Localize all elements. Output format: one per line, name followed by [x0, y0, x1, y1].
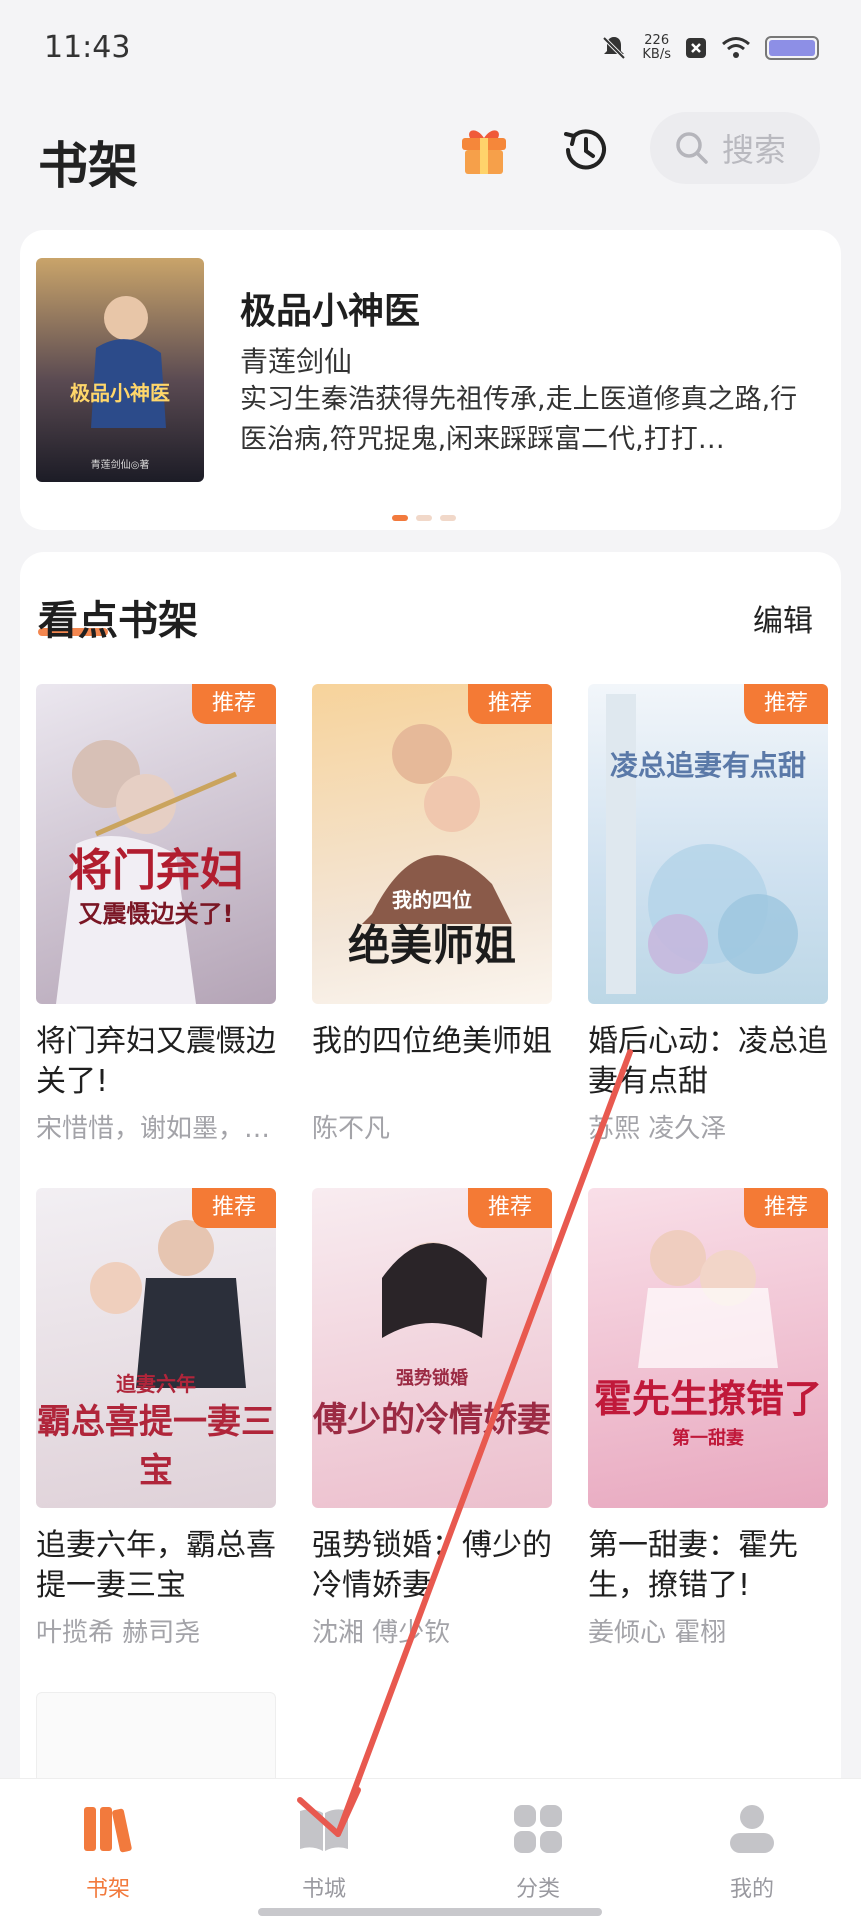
recommend-tag: 推荐 [191, 1188, 276, 1228]
book-cover-subtitle: 又震慑边关了! [78, 900, 234, 928]
header: 书架 搜索 [0, 100, 861, 220]
book-author: 宋惜惜，谢如墨，… [36, 1114, 271, 1144]
carousel-dot [392, 515, 408, 521]
book-author: 沈湘 傅少钦 [312, 1618, 451, 1648]
history-icon[interactable] [560, 124, 612, 176]
status-time: 11:43 [44, 30, 131, 65]
tab-label: 书城 [301, 1877, 346, 1902]
featured-cover-author: 青莲剑仙◎著 [91, 458, 150, 471]
featured-book-cover[interactable]: 极品小神医 青莲剑仙◎著 [36, 258, 204, 482]
home-indicator[interactable] [258, 1908, 602, 1916]
book-item[interactable]: 将门弃妇 又震慑边关了! 推荐 将门弃妇又震慑边关了! 宋惜惜，谢如墨，… [36, 684, 276, 1145]
book-item[interactable]: 追妻六年 霸总喜提一妻三宝 推荐 追妻六年，霸总喜提一妻三宝 叶揽希 赫司尧 [36, 1188, 276, 1649]
recommend-tag: 推荐 [467, 1188, 552, 1228]
notification-x-icon [686, 38, 706, 58]
book-cover[interactable]: 追妻六年 霸总喜提一妻三宝 推荐 [36, 1188, 276, 1508]
search-input[interactable]: 搜索 [650, 112, 820, 184]
book-author: 叶揽希 赫司尧 [36, 1618, 201, 1648]
carousel-dot [416, 515, 432, 521]
book-cover[interactable]: 我的四位 绝美师姐 推荐 [312, 684, 552, 1004]
book-cover-title: 将门弃妇 [68, 845, 244, 896]
book-cover[interactable]: 凌总追妻有点甜 推荐 [588, 684, 828, 1004]
book-author: 苏熙 凌久泽 [588, 1114, 727, 1144]
tab-label: 分类 [515, 1877, 560, 1902]
book-author: 姜倾心 霍栩 [588, 1618, 727, 1648]
book-title[interactable]: 将门弃妇又震慑边关了! [36, 1022, 276, 1102]
carousel-dot [440, 515, 456, 521]
book-item[interactable]: 我的四位 绝美师姐 推荐 我的四位绝美师姐 陈不凡 [312, 684, 552, 1145]
battery-icon [765, 36, 819, 60]
edit-button[interactable]: 编辑 [753, 596, 813, 640]
book-cover-title: 霸总喜提一妻三宝 [37, 1402, 275, 1491]
book-author: 陈不凡 [312, 1114, 391, 1144]
featured-book-author: 青莲剑仙 [240, 345, 353, 378]
book-cover-title: 傅少的冷情娇妻 [313, 1400, 551, 1440]
mute-icon [602, 36, 626, 60]
book-cover-title: 凌总追妻有点甜 [609, 749, 806, 782]
bookshelf-section: 看点书架 编辑 将门弃妇 又震慑边关了! 推荐 将门弃妇又震慑边关了! 宋惜惜，… [20, 552, 841, 1920]
net-speed: 226 KB/s [642, 33, 671, 62]
recommend-tag: 推荐 [467, 684, 552, 724]
book-title[interactable]: 追妻六年，霸总喜提一妻三宝 [36, 1526, 276, 1606]
book-cover[interactable]: 强势锁婚 傅少的冷情娇妻 推荐 [312, 1188, 552, 1508]
featured-book-description: 实习生秦浩获得先祖传承,走上医道修真之路,行医治病,符咒捉鬼,闲来踩踩富二代,打… [240, 384, 798, 455]
gift-icon[interactable] [456, 122, 512, 178]
featured-cover-art: 极品小神医 青莲剑仙◎著 [36, 258, 204, 482]
tab-category[interactable]: 分类 [478, 1801, 598, 1903]
tab-profile[interactable]: 我的 [692, 1801, 812, 1903]
book-cover-subtitle: 追妻六年 [116, 1372, 196, 1396]
featured-cover-title-small: 极品小神医 [70, 381, 170, 405]
carousel-indicator [392, 515, 456, 521]
book-cover-subtitle: 第一甜妻 [672, 1428, 744, 1449]
book-icon [300, 1809, 348, 1851]
book-item[interactable]: 强势锁婚 傅少的冷情娇妻 推荐 强势锁婚：傅少的冷情娇妻 沈湘 傅少钦 [312, 1188, 552, 1649]
book-title[interactable]: 强势锁婚：傅少的冷情娇妻 [312, 1526, 552, 1606]
tab-bookstore[interactable]: 书城 [264, 1801, 384, 1903]
book-cover[interactable]: 将门弃妇 又震慑边关了! 推荐 [36, 684, 276, 1004]
book-cover-subtitle: 我的四位 [392, 888, 472, 912]
recommend-tag: 推荐 [743, 684, 828, 724]
book-cover[interactable]: 霍先生撩错了 第一甜妻 推荐 [588, 1188, 828, 1508]
book-cover-title: 绝美师姐 [347, 921, 516, 970]
tab-label: 书架 [85, 1877, 130, 1902]
category-grid-icon [514, 1805, 562, 1853]
featured-book-title[interactable]: 极品小神医 [240, 282, 420, 334]
page-title: 书架 [38, 137, 138, 195]
search-placeholder: 搜索 [722, 131, 787, 169]
book-cover-subtitle: 强势锁婚 [396, 1368, 468, 1389]
book-item[interactable]: 凌总追妻有点甜 推荐 婚后心动：凌总追妻有点甜 苏熙 凌久泽 [588, 684, 828, 1145]
user-icon [730, 1805, 774, 1853]
tab-bookshelf[interactable]: 书架 [48, 1801, 168, 1903]
recommend-tag: 推荐 [191, 684, 276, 724]
book-title[interactable]: 第一甜妻：霍先生，撩错了! [588, 1526, 828, 1606]
bookshelf-icon [84, 1807, 132, 1853]
featured-book-card[interactable]: 极品小神医 青莲剑仙◎著 极品小神医 青莲剑仙 实习生秦浩获得先祖传承,走上医道… [20, 230, 841, 530]
book-title[interactable]: 我的四位绝美师姐 [312, 1022, 552, 1102]
section-title: 看点书架 [38, 598, 198, 644]
book-item[interactable]: 霍先生撩错了 第一甜妻 推荐 第一甜妻：霍先生，撩错了! 姜倾心 霍栩 [588, 1188, 828, 1649]
bottom-tab-bar: 书架 书城 分类 我的 [0, 1778, 861, 1920]
wifi-icon [722, 37, 750, 58]
tab-label: 我的 [729, 1877, 774, 1902]
recommend-tag: 推荐 [743, 1188, 828, 1228]
book-cover-title: 霍先生撩错了 [593, 1377, 822, 1421]
search-icon [676, 132, 708, 164]
book-title[interactable]: 婚后心动：凌总追妻有点甜 [588, 1022, 828, 1102]
status-bar: 11:43 226 KB/s [0, 0, 861, 100]
status-icons: 226 KB/s [600, 34, 819, 62]
